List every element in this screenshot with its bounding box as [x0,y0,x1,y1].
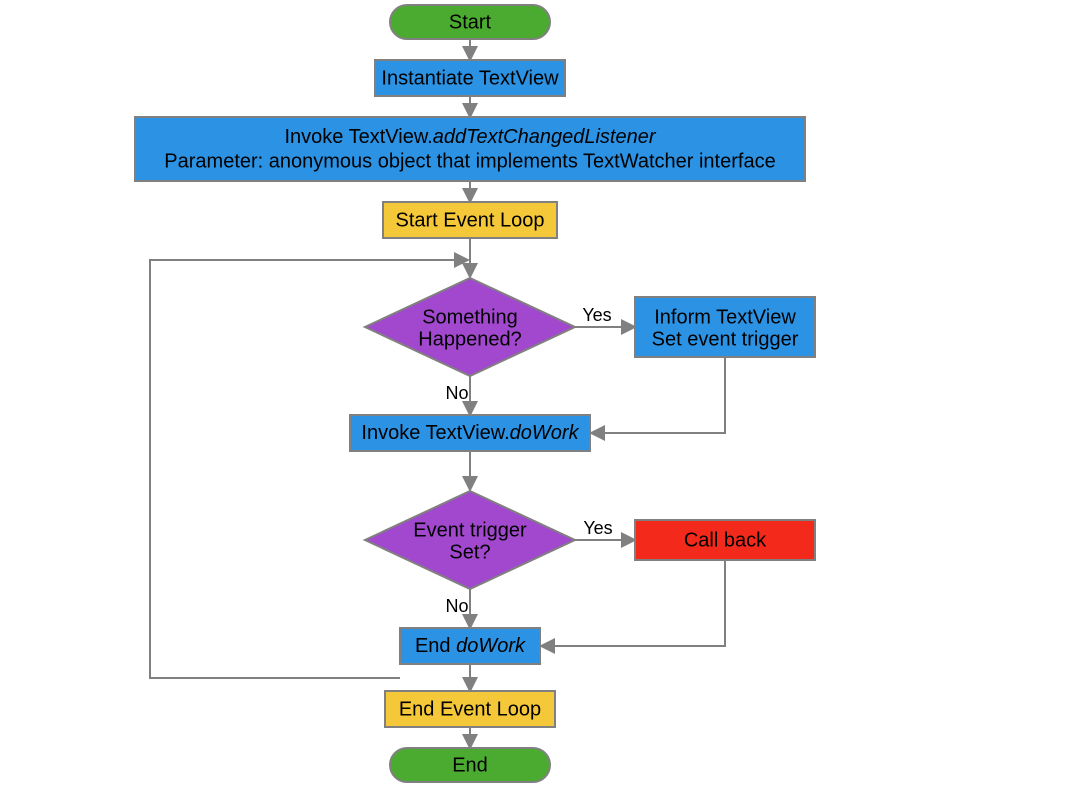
event-trigger-node: Event trigger Set? [365,491,575,589]
yes1-label: Yes [582,305,611,325]
dowork-label: Invoke TextView.doWork [361,422,579,444]
end-dowork-label: End doWork [415,635,526,657]
yes2-label: Yes [583,518,612,538]
start-loop-label: Start Event Loop [396,209,545,231]
callback-label: Call back [684,529,767,551]
no1-label: No [445,383,468,403]
instantiate-node: Instantiate TextView [375,60,565,96]
invoke-listener-line2: Parameter: anonymous object that impleme… [164,150,775,172]
start-node: Start [390,5,550,39]
dowork-node: Invoke TextView.doWork [350,415,590,451]
instantiate-label: Instantiate TextView [381,67,559,89]
invoke-listener-node: Invoke TextView.addTextChangedListener P… [135,117,805,181]
invoke-listener-line1: Invoke TextView.addTextChangedListener [284,126,656,148]
inform-l2: Set event trigger [652,328,799,350]
end-node: End [390,748,550,782]
inform-textview-node: Inform TextView Set event trigger [635,297,815,357]
end-label: End [452,754,488,776]
trigger-l2: Set? [449,541,490,563]
callback-node: Call back [635,520,815,560]
something-l2: Happened? [418,328,521,350]
start-loop-node: Start Event Loop [383,202,557,238]
end-loop-node: End Event Loop [385,691,555,727]
something-happened-node: Something Happened? [365,278,575,376]
end-dowork-node: End doWork [400,628,540,664]
trigger-l1: Event trigger [413,519,527,541]
something-l1: Something [422,306,518,328]
no2-label: No [445,596,468,616]
end-loop-label: End Event Loop [399,698,541,720]
start-label: Start [449,11,492,33]
flowchart: Start Instantiate TextView Invoke TextVi… [0,0,1069,801]
inform-l1: Inform TextView [654,306,796,328]
